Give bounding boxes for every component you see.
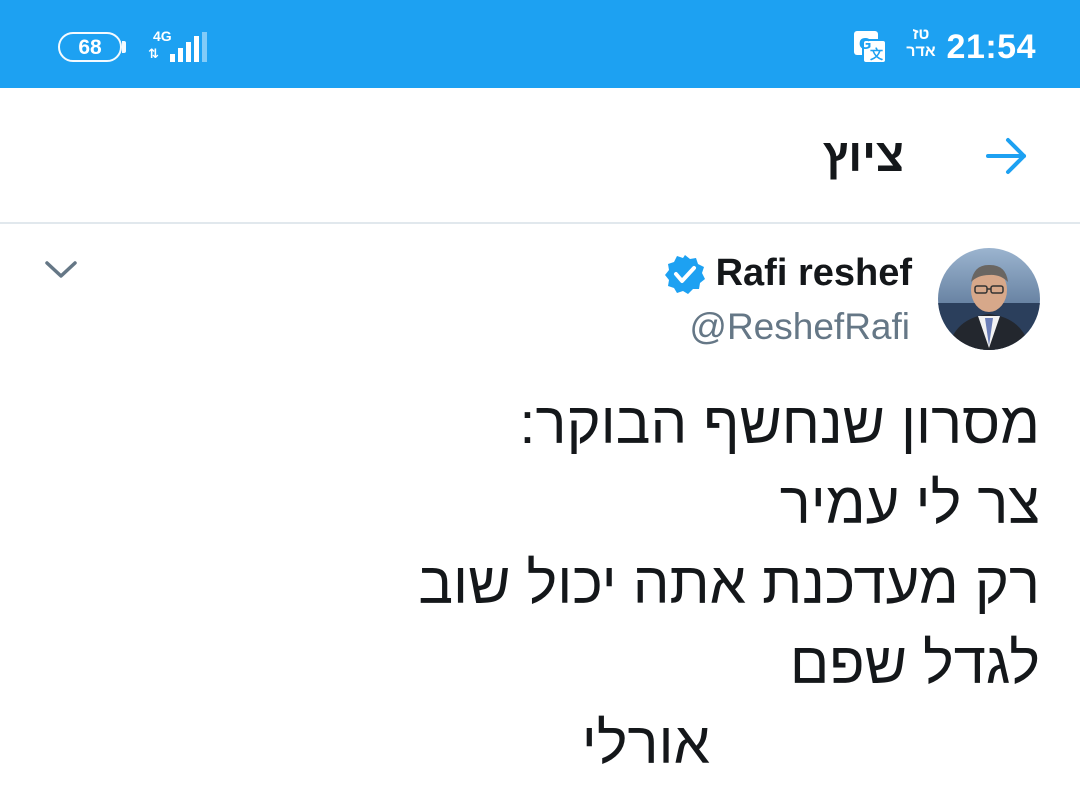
tweet-line: לגדל שפם [789,631,1040,696]
app-header: ציוץ [0,88,1080,224]
signal-icon [170,32,207,62]
verified-badge-icon [664,254,705,294]
chevron-down-icon[interactable] [40,254,82,284]
battery-tip [122,41,126,53]
tweet-line: מסרון שנחשף הבוקר: [519,391,1040,456]
author-handle[interactable]: @ReshefRafi [689,306,910,348]
tweet[interactable]: Rafi reshef @ReshefRafi מסרון שנחשף הבוק… [0,224,1080,801]
clock: 21:54 [946,28,1036,66]
tweet-line: רק מעדכנת אתה יכול שוב [418,551,1040,616]
hebrew-day: טז [912,26,930,43]
battery-level: 68 [78,36,102,59]
svg-text:文: 文 [870,47,884,62]
page-title: ציוץ [822,129,904,181]
author-name[interactable]: Rafi reshef [716,252,912,295]
tweet-text: מסרון שנחשף הבוקר: צר לי עמיר רק מעדכנת … [340,384,1040,784]
avatar-image [938,248,1040,350]
author-line: Rafi reshef [664,252,912,295]
translate-icon: G 文 [854,31,887,64]
arrow-right-icon[interactable] [982,132,1030,180]
tweet-signature: אורלי [581,711,710,776]
status-bar: 68 4G ⇅ G 文 טז אדר 21:54 [0,0,1080,88]
battery-icon: 68 [58,32,122,62]
hebrew-date: טז אדר [904,26,938,60]
hebrew-month: אדר [906,43,936,60]
data-activity-icon: ⇅ [148,46,159,61]
avatar[interactable] [938,248,1040,350]
tweet-line: צר לי עמיר [779,471,1040,536]
